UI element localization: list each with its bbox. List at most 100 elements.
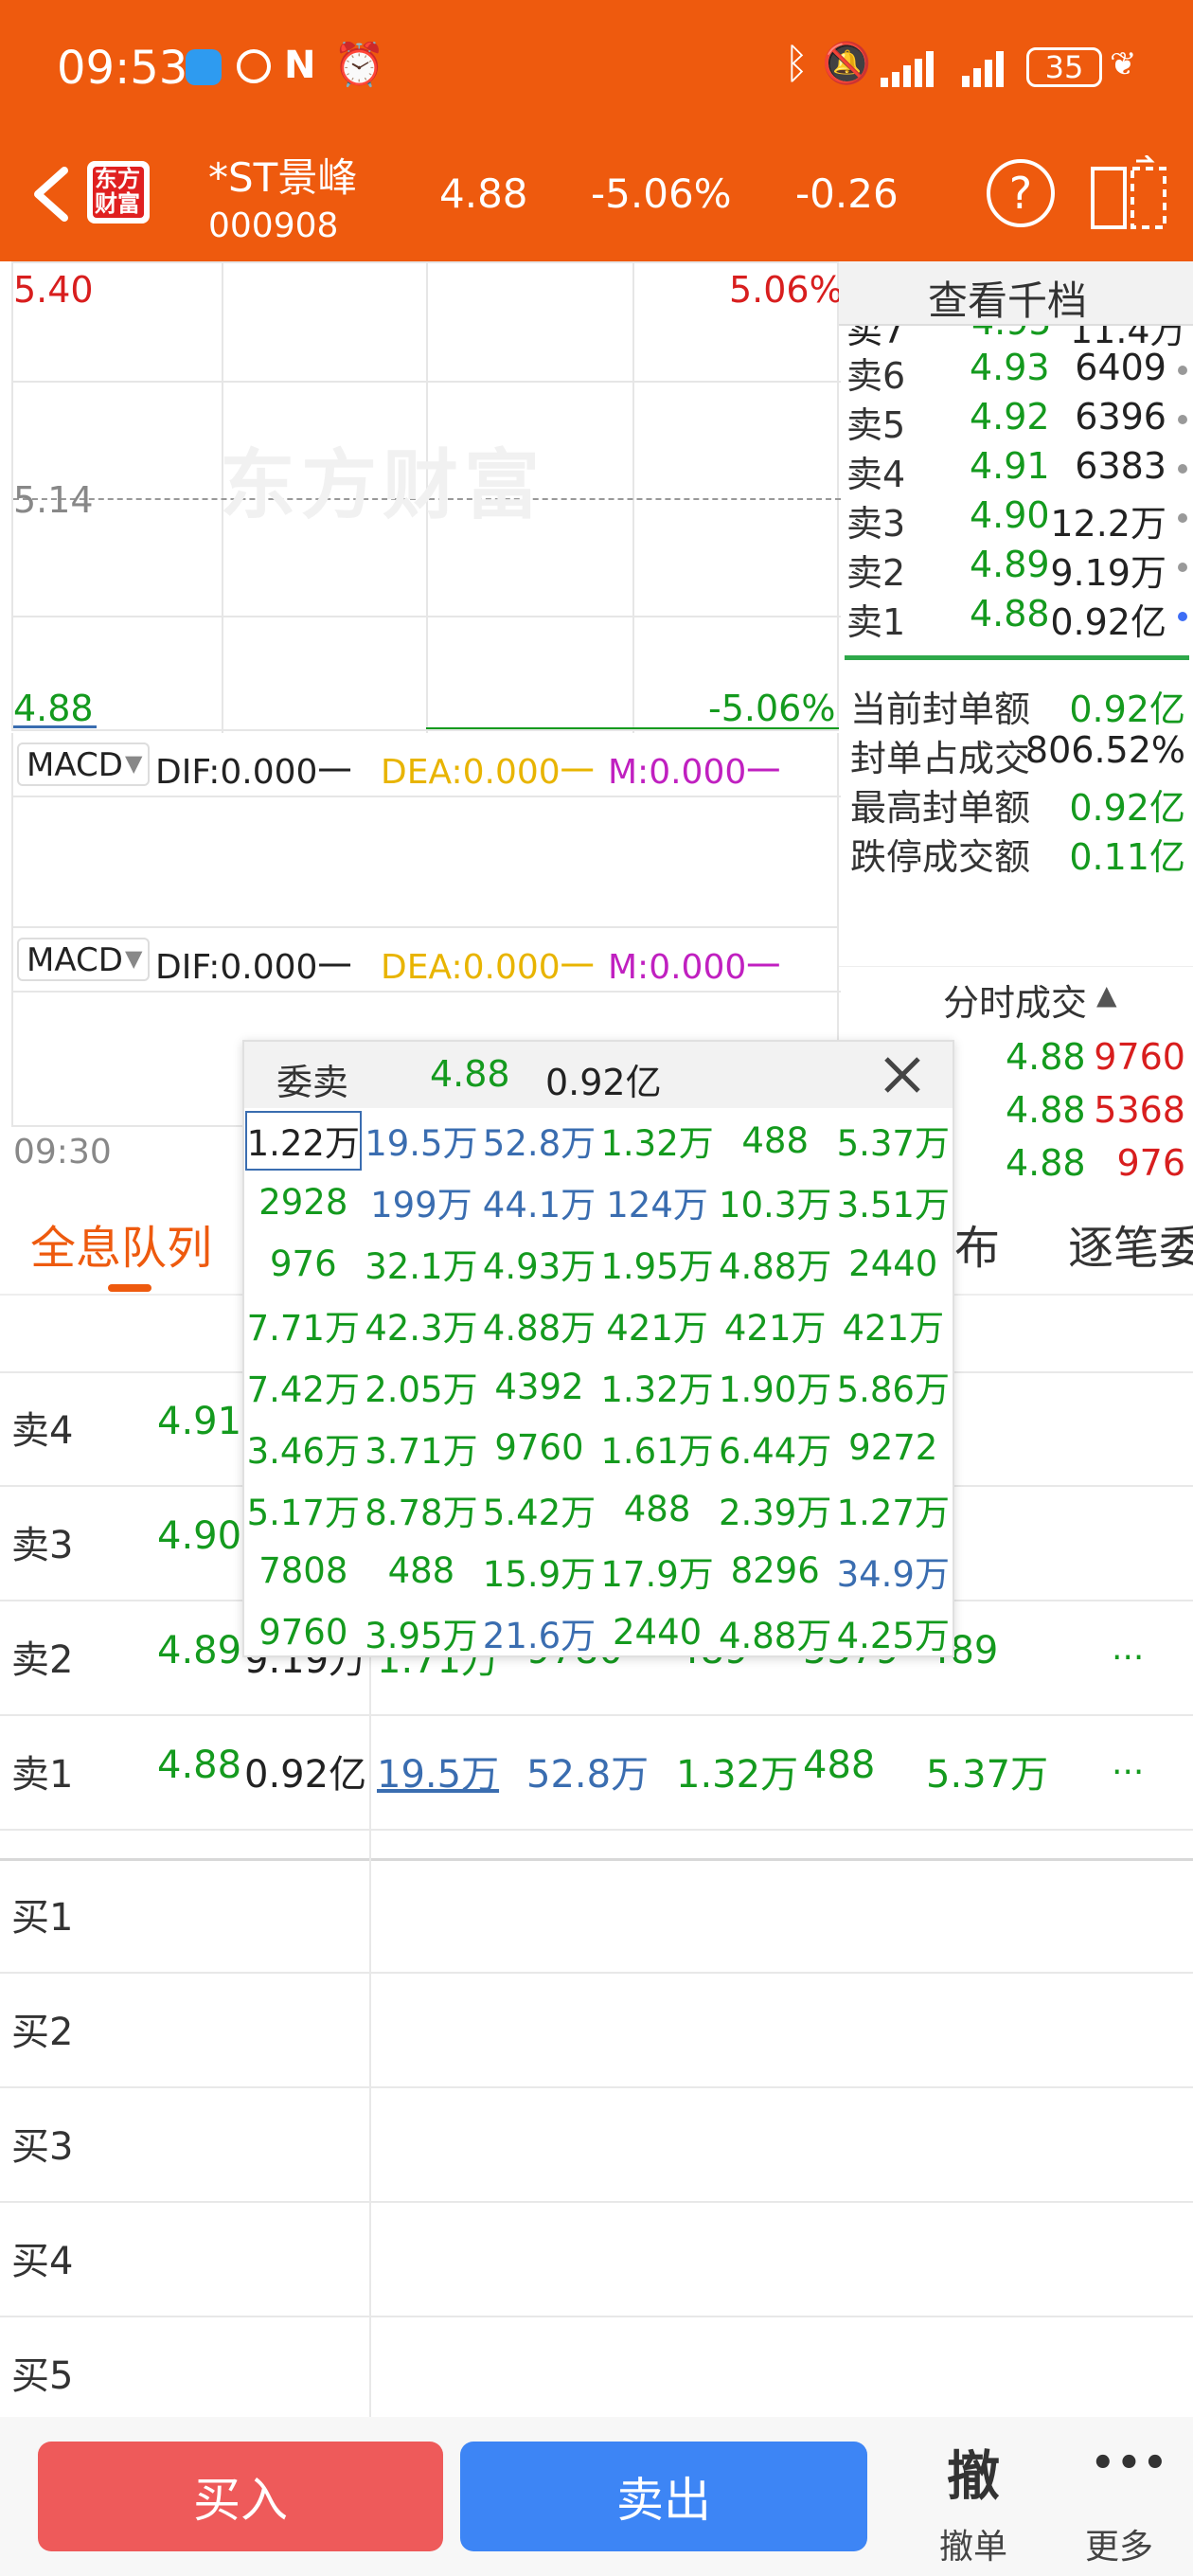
- popup-order-cell[interactable]: 1.32万: [598, 1356, 717, 1418]
- popup-order-cell[interactable]: 1.90万: [716, 1356, 834, 1418]
- popup-order-cell[interactable]: 4392: [480, 1356, 598, 1418]
- dropdown-arrow-icon: ▼: [125, 945, 143, 972]
- cancel-icon: 撤: [947, 2446, 1000, 2508]
- chart-price-high: 5.40: [13, 269, 94, 311]
- sell-button[interactable]: 卖出: [460, 2442, 867, 2551]
- popup-order-grid: 1.22万 19.5万 52.8万 1.32万 488 5.37万 2928 199万 44.1…: [244, 1110, 953, 1663]
- popup-order-cell[interactable]: 4.88万: [480, 1295, 598, 1356]
- battery-icon: 35: [1026, 47, 1102, 87]
- popup-order-cell[interactable]: 3.95万: [363, 1601, 481, 1663]
- stock-change-pct: -5.06%: [591, 170, 732, 217]
- popup-order-cell[interactable]: 52.8万: [480, 1110, 598, 1172]
- popup-order-cell[interactable]: 19.5万: [363, 1110, 481, 1172]
- popup-order-cell[interactable]: 5.42万: [480, 1478, 598, 1540]
- popup-order-cell[interactable]: 21.6万: [480, 1601, 598, 1663]
- popup-order-cell[interactable]: 5.37万: [834, 1110, 953, 1172]
- buy-queue-row[interactable]: 买2: [0, 1973, 1193, 2086]
- popup-order-cell[interactable]: 4.88万: [716, 1233, 834, 1295]
- popup-order-cell[interactable]: 2928: [244, 1172, 363, 1233]
- popup-order-cell[interactable]: 421万: [834, 1295, 953, 1356]
- macd-selector-1[interactable]: MACD ▼: [17, 742, 150, 786]
- popup-order-cell[interactable]: 421万: [598, 1295, 717, 1356]
- ask-row-label: 卖3: [846, 503, 906, 545]
- queue-order[interactable]: 52.8万: [526, 1744, 649, 1798]
- popup-order-cell[interactable]: 124万: [598, 1172, 717, 1233]
- buy-queue-row[interactable]: 买1: [0, 1858, 1193, 1972]
- popup-order-cell[interactable]: 2440: [598, 1601, 717, 1663]
- popup-order-cell[interactable]: 3.51万: [834, 1172, 953, 1233]
- ask-divider: [845, 655, 1189, 660]
- cancel-order-button[interactable]: 撤 撤单: [918, 2426, 1032, 2568]
- popup-order-cell[interactable]: 42.3万: [363, 1295, 481, 1356]
- popup-order-cell[interactable]: 4.25万: [834, 1601, 953, 1663]
- queue-order[interactable]: 1.32万: [676, 1744, 798, 1798]
- popup-order-cell[interactable]: 5.86万: [834, 1356, 953, 1418]
- view-thousand-levels-label: 查看千档: [928, 277, 1088, 324]
- queue-row[interactable]: 卖1 4.88 0.92亿 19.5万 52.8万 1.32万 488 5.37万...: [0, 1715, 1193, 1829]
- popup-order-cell[interactable]: 3.71万: [363, 1417, 481, 1478]
- popup-order-cell[interactable]: 9760: [244, 1601, 363, 1663]
- popup-order-cell[interactable]: 15.9万: [480, 1540, 598, 1601]
- ask-row-price: 4.90: [970, 494, 1050, 536]
- buy-queue-row[interactable]: 买3: [0, 2087, 1193, 2201]
- popup-order-cell[interactable]: 9760: [480, 1417, 598, 1478]
- view-thousand-levels-button[interactable]: 查看千档: [839, 261, 1193, 326]
- popup-order-cell[interactable]: 9272: [834, 1417, 953, 1478]
- queue-row-more[interactable]: ...: [1112, 1744, 1144, 1782]
- popup-order-cell[interactable]: 2.39万: [716, 1478, 834, 1540]
- popup-order-cell[interactable]: 421万: [716, 1295, 834, 1356]
- popup-order-cell[interactable]: 7.42万: [244, 1356, 363, 1418]
- popup-order-cell[interactable]: 44.1万: [480, 1172, 598, 1233]
- stock-change-amt: -0.26: [795, 170, 899, 217]
- more-button[interactable]: ••• 更多: [1070, 2426, 1184, 2568]
- popup-order-cell[interactable]: 1.61万: [598, 1417, 717, 1478]
- popup-order-cell[interactable]: 17.9万: [598, 1540, 717, 1601]
- popup-order-cell[interactable]: 10.3万: [716, 1172, 834, 1233]
- queue-order[interactable]: 19.5万: [377, 1744, 499, 1798]
- tab-full-queue[interactable]: 全息队列: [30, 1210, 212, 1277]
- popup-order-cell[interactable]: 488: [363, 1540, 481, 1601]
- popup-order-cell[interactable]: 976: [244, 1233, 363, 1295]
- queue-row-label: 卖2: [11, 1638, 74, 1682]
- popup-order-cell[interactable]: 6.44万: [716, 1417, 834, 1478]
- popup-price: 4.88: [430, 1053, 510, 1095]
- popup-order-cell[interactable]: 1.95万: [598, 1233, 717, 1295]
- queue-order[interactable]: 488: [803, 1744, 875, 1787]
- popup-order-cell[interactable]: 5.17万: [244, 1478, 363, 1540]
- popup-order-cell[interactable]: 3.46万: [244, 1417, 363, 1478]
- help-icon[interactable]: ?: [987, 159, 1055, 227]
- popup-order-cell[interactable]: 7808: [244, 1540, 363, 1601]
- popup-order-cell[interactable]: 32.1万: [363, 1233, 481, 1295]
- sort-up-icon[interactable]: ▲: [1096, 979, 1117, 1011]
- popup-order-cell[interactable]: 4.88万: [716, 1601, 834, 1663]
- buy-queue-row[interactable]: 买4: [0, 2202, 1193, 2316]
- popup-order-cell[interactable]: 8296: [716, 1540, 834, 1601]
- message-app-icon: [186, 49, 222, 85]
- chart-price-low: 4.88: [13, 688, 94, 729]
- popup-order-cell[interactable]: 1.22万: [244, 1110, 363, 1172]
- intraday-chart[interactable]: 东方财富: [11, 261, 841, 733]
- tab-tick-by-tick[interactable]: 逐笔委: [1068, 1210, 1193, 1277]
- popup-order-cell[interactable]: 34.9万: [834, 1540, 953, 1601]
- popup-order-cell[interactable]: 488: [716, 1110, 834, 1172]
- popup-order-cell[interactable]: 488: [598, 1478, 717, 1540]
- queue-order[interactable]: 5.37万: [926, 1744, 1048, 1798]
- buy-queue-row[interactable]: 买5: [0, 2317, 1193, 2430]
- popup-order-cell[interactable]: 8.78万: [363, 1478, 481, 1540]
- popup-order-cell[interactable]: 1.32万: [598, 1110, 717, 1172]
- popup-order-cell[interactable]: 7.71万: [244, 1295, 363, 1356]
- macd-selector-2[interactable]: MACD ▼: [17, 938, 150, 981]
- tab-distribution[interactable]: 布: [954, 1210, 1000, 1277]
- switch-view-icon[interactable]: [1089, 153, 1168, 231]
- queue-detail-popup[interactable]: 委卖 4.88 0.92亿 1.22万 19.5万 52.8万 1.32万 488 5.3…: [242, 1040, 954, 1657]
- trades-title[interactable]: 分时成交: [943, 974, 1087, 1026]
- popup-order-cell[interactable]: 4.93万: [480, 1233, 598, 1295]
- back-arrow-icon[interactable]: [23, 161, 80, 227]
- queue-row-more[interactable]: ...: [1112, 1629, 1144, 1668]
- buy-button[interactable]: 买入: [38, 2442, 443, 2551]
- close-icon[interactable]: [877, 1049, 928, 1100]
- popup-order-cell[interactable]: 2.05万: [363, 1356, 481, 1418]
- popup-order-cell[interactable]: 1.27万: [834, 1478, 953, 1540]
- popup-order-cell[interactable]: 2440: [834, 1233, 953, 1295]
- popup-order-cell[interactable]: 199万: [363, 1172, 481, 1233]
